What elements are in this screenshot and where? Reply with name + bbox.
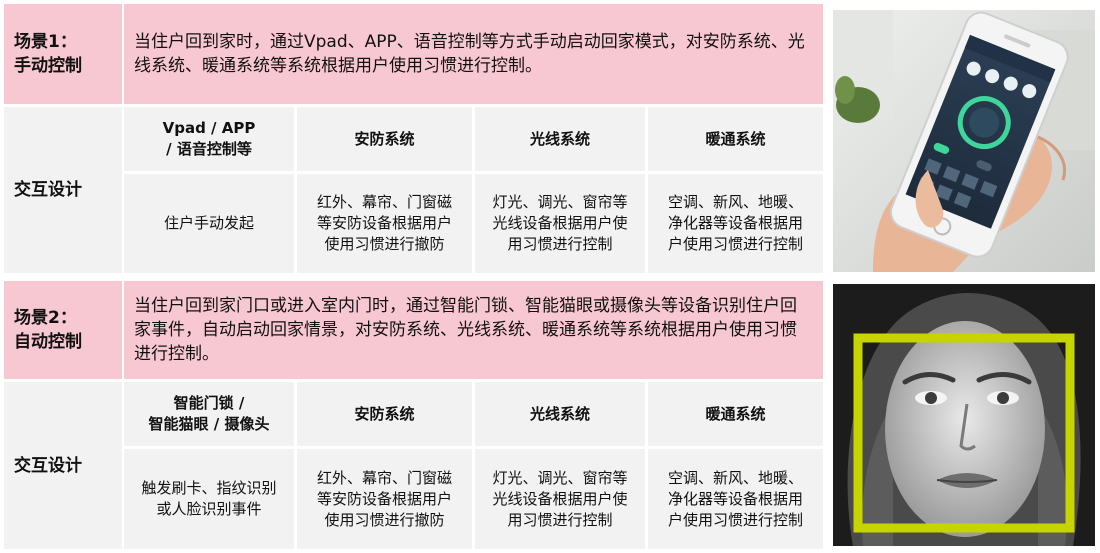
scene1-col0-b0: 住户手动发起 — [163, 214, 254, 232]
scene2-title-line1: 场景2： — [14, 308, 77, 328]
scene1-col0-h2: / 语音控制等 — [166, 140, 252, 158]
scene1-col-body-control: 住户手动发起 — [124, 174, 294, 273]
scene1-col3-b1: 净化器等设备根据用 — [667, 214, 803, 232]
scene1-col1-h1: 安防系统 — [354, 129, 415, 148]
scene2-col3-b0: 空调、新风、地暖、 — [667, 468, 803, 487]
face-illustration — [833, 284, 1095, 546]
scene2-col0-h1: 智能门锁 / — [173, 394, 245, 412]
scene2-col1-b2: 使用习惯进行撤防 — [324, 510, 445, 529]
scene2-col3-h1: 暖通系统 — [705, 404, 766, 423]
scene1-col1-b2: 使用习惯进行撤防 — [324, 235, 445, 253]
scene2-col-header-lighting: 光线系统 — [475, 382, 645, 446]
scene1-interaction-text: 交互设计 — [14, 180, 82, 200]
scene2-col0-b1: 或人脸识别事件 — [156, 500, 262, 518]
scene1-description: 当住户回到家时，通过Vpad、APP、语音控制等方式手动启动回家模式，对安防系统… — [124, 4, 823, 104]
scene2-description: 当住户回到家门口或进入室内门时，通过智能门锁、智能猫眼或摄像头等设备识别住户回家… — [124, 281, 823, 379]
scene2-title: 场景2： 自动控制 — [4, 281, 122, 379]
scene2-col2-b0: 灯光、调光、窗帘等 — [492, 468, 628, 487]
scene2-interaction-label: 交互设计 — [4, 382, 122, 549]
scene2-col1-b0: 红外、幕帘、门窗磁 — [316, 468, 452, 487]
scene2-col0-b0: 触发刷卡、指纹识别 — [141, 479, 277, 497]
scene2-col2-b2: 用习惯进行控制 — [507, 510, 613, 529]
scene2-col-body-lighting: 灯光、调光、窗帘等 光线设备根据用户使 用习惯进行控制 — [475, 449, 645, 549]
scene2-col-body-trigger: 触发刷卡、指纹识别 或人脸识别事件 — [124, 449, 294, 549]
smartphone-illustration — [833, 10, 1095, 272]
scene1-interaction-label: 交互设计 — [4, 107, 122, 273]
scene2-col-body-hvac: 空调、新风、地暖、 净化器等设备根据用 户使用习惯进行控制 — [648, 449, 823, 549]
scene2-col0-h2: 智能猫眼 / 摄像头 — [148, 415, 270, 433]
scene2-interaction-text: 交互设计 — [14, 455, 82, 476]
scene1-col-header-control: Vpad / APP / 语音控制等 — [124, 107, 294, 171]
scene2-col1-b1: 等安防设备根据用户 — [316, 489, 452, 508]
scene2-col3-b1: 净化器等设备根据用 — [667, 489, 803, 508]
scene1-col3-b2: 户使用习惯进行控制 — [667, 235, 803, 253]
scene2-title-line2: 自动控制 — [14, 332, 82, 352]
scene2-col2-h1: 光线系统 — [529, 404, 590, 423]
scene1-col2-h1: 光线系统 — [529, 129, 590, 148]
scene1-col1-b0: 红外、幕帘、门窗磁 — [316, 193, 452, 211]
scene2-col-header-hvac: 暖通系统 — [648, 382, 823, 446]
smartphone-app-photo — [833, 10, 1095, 272]
scene1-col-body-lighting: 灯光、调光、窗帘等 光线设备根据用户使 用习惯进行控制 — [475, 174, 645, 273]
scene2-col2-b1: 光线设备根据用户使 — [492, 489, 628, 508]
scene1-col2-b0: 灯光、调光、窗帘等 — [492, 193, 628, 211]
scene1-col-body-security: 红外、幕帘、门窗磁 等安防设备根据用户 使用习惯进行撤防 — [297, 174, 472, 273]
scene2-col1-h1: 安防系统 — [354, 404, 415, 423]
scene2-col3-b2: 户使用习惯进行控制 — [667, 510, 803, 529]
scene1-title: 场景1： 手动控制 — [4, 4, 122, 104]
scene1-col-header-security: 安防系统 — [297, 107, 472, 171]
scene2-col-header-trigger: 智能门锁 / 智能猫眼 / 摄像头 — [124, 382, 294, 446]
scene1-col3-h1: 暖通系统 — [705, 129, 766, 148]
scene2-col-body-security: 红外、幕帘、门窗磁 等安防设备根据用户 使用习惯进行撤防 — [297, 449, 472, 549]
scene1-col2-b2: 用习惯进行控制 — [507, 235, 613, 253]
scene1-title-line1: 场景1： — [14, 32, 77, 52]
scene1-col-header-hvac: 暖通系统 — [648, 107, 823, 171]
scene1-col1-b1: 等安防设备根据用户 — [316, 214, 452, 232]
scene1-col-header-lighting: 光线系统 — [475, 107, 645, 171]
face-recognition-photo — [833, 284, 1095, 546]
scene1-title-line2: 手动控制 — [14, 56, 82, 76]
scene1-col0-h1: Vpad / APP — [162, 119, 256, 137]
scene1-col3-b0: 空调、新风、地暖、 — [667, 193, 803, 211]
scene2-col-header-security: 安防系统 — [297, 382, 472, 446]
scene1-col2-b1: 光线设备根据用户使 — [492, 214, 628, 232]
scene1-col-body-hvac: 空调、新风、地暖、 净化器等设备根据用 户使用习惯进行控制 — [648, 174, 823, 273]
